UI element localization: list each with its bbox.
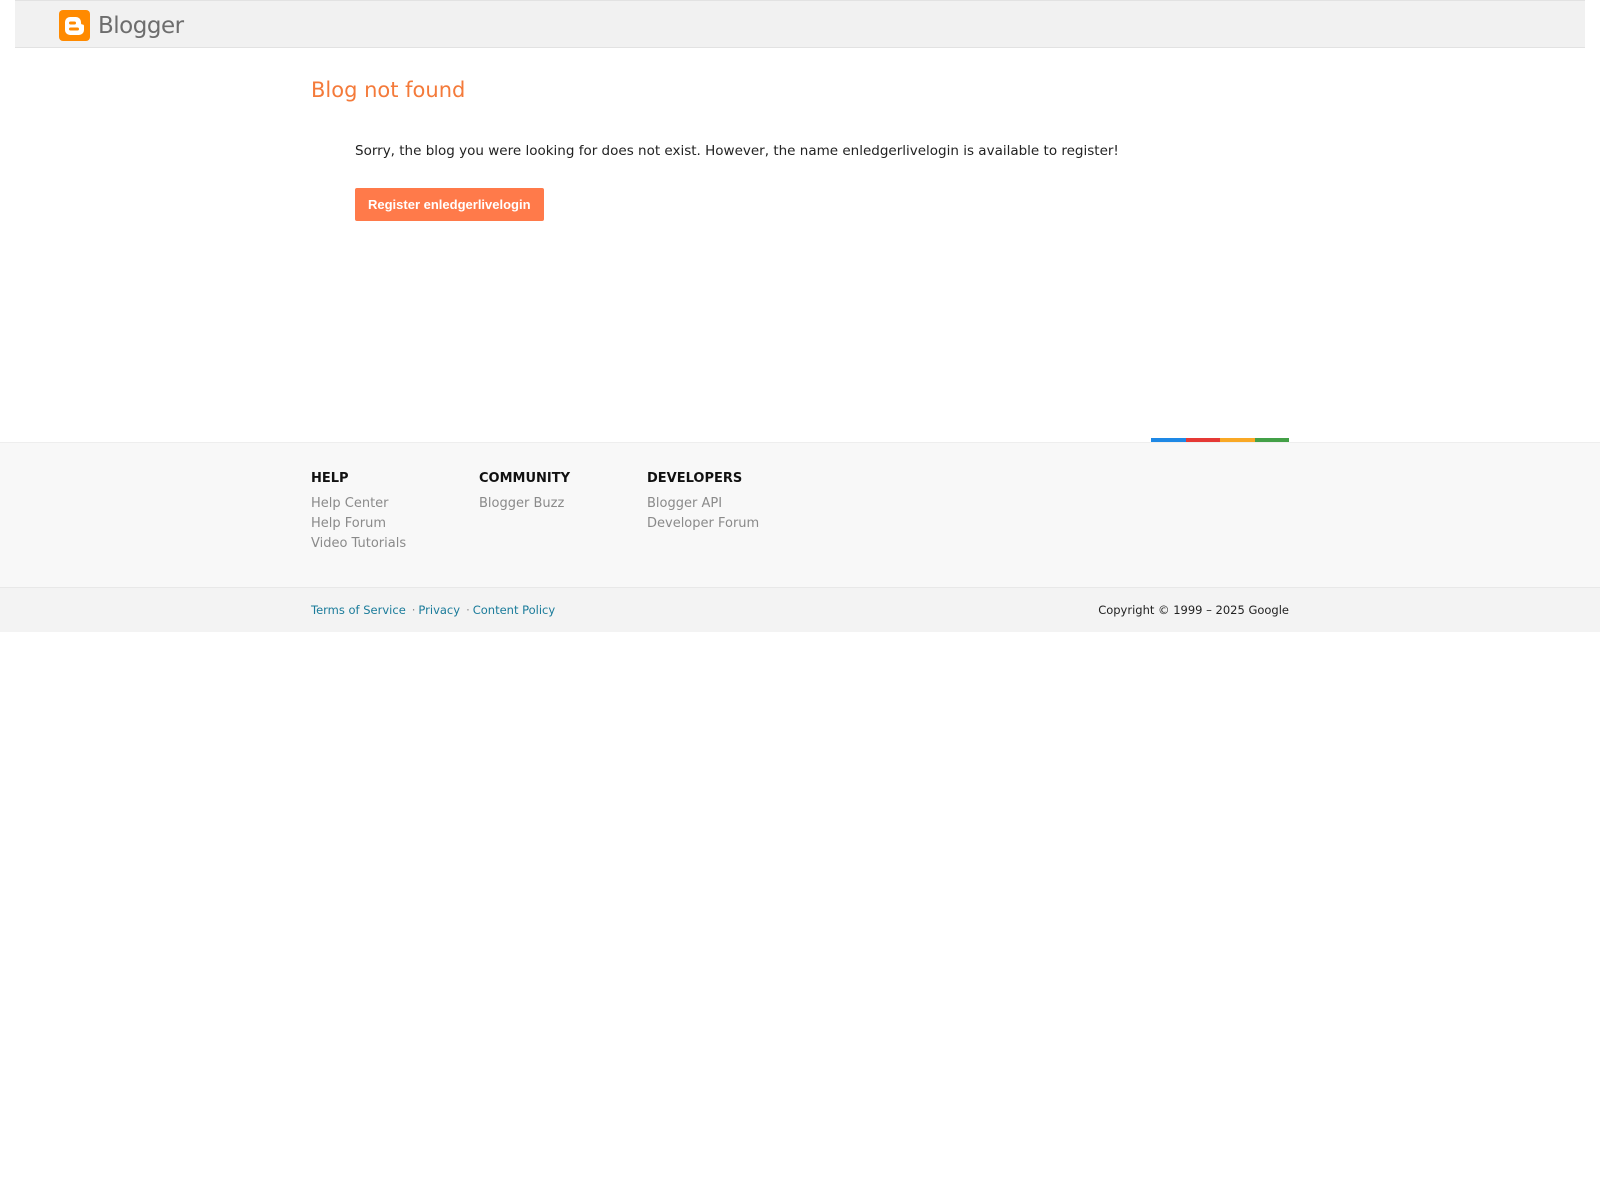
separator: · [411, 603, 416, 617]
blogger-b-icon [59, 10, 90, 41]
copyright-text: Copyright © 1999 – 2025 Google [1098, 603, 1289, 617]
footer-col-community: COMMUNITY Blogger Buzz [479, 471, 570, 514]
footer-col-developers: DEVELOPERS Blogger API Developer Forum [647, 471, 759, 534]
footer-heading-community: COMMUNITY [479, 471, 571, 486]
footer-heading-help: HELP [311, 471, 349, 486]
content-policy-link[interactable]: Content Policy [473, 603, 555, 617]
developer-forum-link[interactable]: Developer Forum [647, 514, 759, 534]
bottom-bar: Terms of Service · Privacy · Content Policy … [0, 587, 1600, 632]
footer-col-help: HELP Help Center Help Forum Video Tutori… [311, 471, 406, 554]
terms-of-service-link[interactable]: Terms of Service [311, 603, 406, 617]
blogger-api-link[interactable]: Blogger API [647, 494, 759, 514]
logo-text: Blogger [98, 12, 184, 39]
footer-links: HELP Help Center Help Forum Video Tutori… [0, 442, 1600, 587]
separator: · [466, 603, 470, 617]
page: Blogger Blog not found Sorry, the blog y… [0, 0, 1600, 1200]
help-forum-link[interactable]: Help Forum [311, 514, 406, 534]
blogger-logo-link[interactable]: Blogger [59, 10, 184, 41]
privacy-link[interactable]: Privacy [418, 603, 460, 617]
page-title: Blog not found [311, 78, 466, 102]
blogger-buzz-link[interactable]: Blogger Buzz [479, 494, 570, 514]
legal-links: Terms of Service · Privacy · Content Policy [311, 603, 555, 617]
help-center-link[interactable]: Help Center [311, 494, 406, 514]
top-header: Blogger [15, 0, 1585, 48]
not-found-message: Sorry, the blog you were looking for doe… [355, 143, 1119, 159]
footer-heading-developers: DEVELOPERS [647, 471, 743, 486]
register-button[interactable]: Register enledgerlivelogin [355, 188, 544, 221]
video-tutorials-link[interactable]: Video Tutorials [311, 534, 406, 554]
